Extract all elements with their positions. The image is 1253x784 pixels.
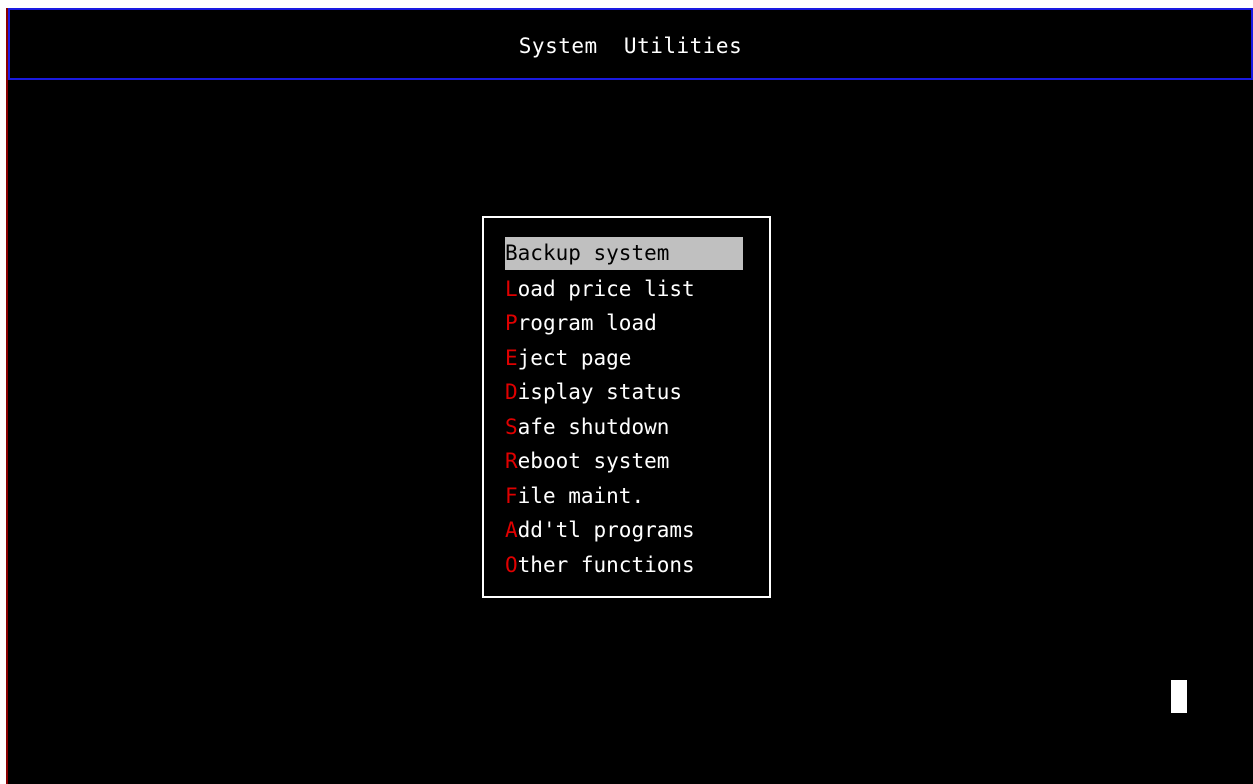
menu-item-hotkey: L: [505, 276, 518, 301]
menu-item-hotkey: A: [505, 518, 518, 542]
menu-item-label: ject page: [517, 345, 632, 370]
page-title: System Utilities: [518, 34, 743, 58]
menu-item-label: ackup system: [517, 241, 670, 265]
menu-item-label: dd'tl programs: [517, 518, 695, 542]
menu-item-label: oad price list: [517, 276, 695, 301]
menu-item-reboot-system[interactable]: Reboot system: [505, 444, 743, 479]
menu-item-label: afe shutdown: [517, 414, 670, 439]
menu-item-label: rogram load: [517, 311, 657, 335]
menu-item-addtl-programs[interactable]: Add'tl programs: [505, 513, 743, 548]
menu-box: Backup system Load price list Program lo…: [482, 216, 771, 598]
menu-item-hotkey: D: [505, 380, 518, 404]
menu-item-label: eboot system: [517, 449, 670, 473]
menu-item-hotkey: F: [505, 483, 518, 508]
menu-list: Backup system Load price list Program lo…: [505, 237, 743, 582]
menu-item-hotkey: P: [505, 311, 518, 335]
menu-item-hotkey: O: [505, 552, 518, 577]
menu-item-file-maint[interactable]: File maint.: [505, 479, 743, 514]
menu-item-hotkey: R: [505, 449, 518, 473]
menu-item-load-price-list[interactable]: Load price list: [505, 272, 743, 307]
menu-item-label: ile maint.: [517, 483, 645, 508]
text-cursor: [1171, 680, 1187, 713]
menu-item-hotkey: E: [505, 345, 518, 370]
menu-item-eject-page[interactable]: Eject page: [505, 341, 743, 376]
menu-item-label: ther functions: [517, 552, 695, 577]
menu-item-other-functions[interactable]: Other functions: [505, 548, 743, 583]
menu-item-backup-system[interactable]: Backup system: [505, 237, 743, 270]
menu-item-hotkey: S: [505, 414, 518, 439]
menu-item-display-status[interactable]: Display status: [505, 375, 743, 410]
menu-item-safe-shutdown[interactable]: Safe shutdown: [505, 410, 743, 445]
menu-item-label: isplay status: [517, 380, 683, 404]
menu-item-program-load[interactable]: Program load: [505, 306, 743, 341]
menu-item-hotkey: B: [505, 241, 518, 265]
header-bar: System Utilities: [8, 8, 1253, 80]
terminal-screen: System Utilities Backup system Load pric…: [6, 8, 1253, 784]
